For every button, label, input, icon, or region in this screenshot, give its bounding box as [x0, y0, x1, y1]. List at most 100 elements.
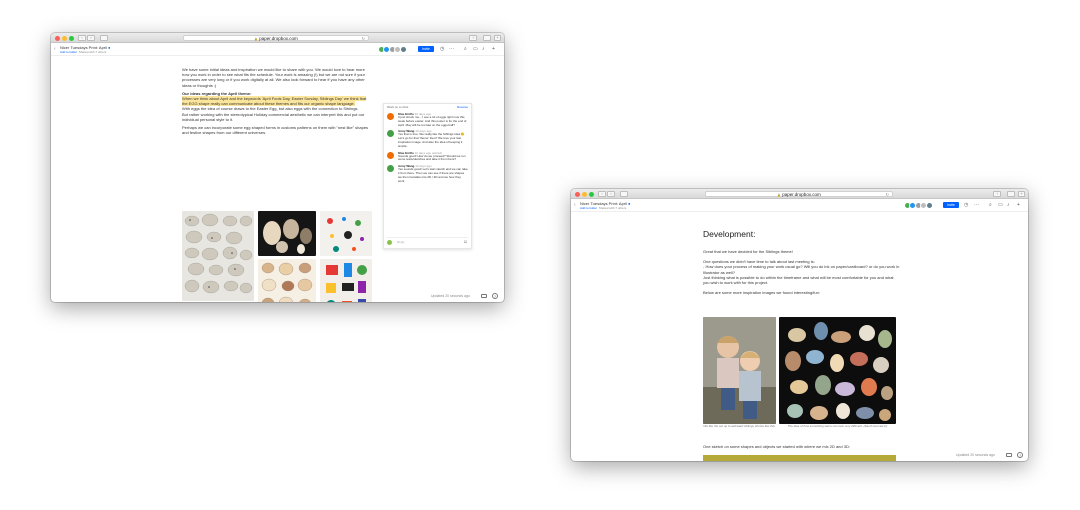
collaborator-avatars[interactable]: [903, 202, 933, 209]
keyboard-icon[interactable]: [481, 294, 487, 298]
invite-button[interactable]: Invite: [418, 46, 434, 52]
notifications-icon[interactable]: ♪: [482, 46, 485, 52]
address-bar[interactable]: 🔒 paper.dropbox.com ↻: [183, 35, 369, 41]
app-header: ‹ Nicer Tuesdays Print: April ● Add to f…: [571, 199, 1028, 212]
add-icon[interactable]: +: [492, 46, 495, 52]
more-icon[interactable]: ···: [974, 202, 979, 208]
process-paragraph[interactable]: - How does your process of making your w…: [703, 264, 901, 274]
comments-icon[interactable]: ▭: [998, 202, 1003, 208]
comments-icon[interactable]: ▭: [473, 46, 478, 52]
highlighted-paragraph[interactable]: When we think about April and the keywor…: [182, 96, 372, 107]
illustrated-eggs-image[interactable]: [258, 259, 316, 302]
star-icon[interactable]: ●: [628, 201, 630, 206]
doc-title[interactable]: Nicer Tuesdays Print: April ●: [60, 45, 110, 50]
add-to-folder-link[interactable]: Add to folder: [60, 50, 77, 54]
search-icon[interactable]: ⌕: [989, 202, 992, 208]
new-tab-button[interactable]: +: [1018, 191, 1025, 197]
back-arrow-icon[interactable]: ‹: [574, 202, 576, 208]
style-paragraph[interactable]: But rather working with the stereotypica…: [182, 112, 372, 122]
updated-status: Updated 20 seconds ago: [956, 453, 995, 457]
eggs-on-black-image[interactable]: [258, 211, 316, 256]
eggs-paragraph[interactable]: With eggs the idea of course draws to th…: [182, 106, 372, 111]
invite-button[interactable]: Invite: [943, 202, 959, 208]
reply-field[interactable]: Reply ☺: [387, 237, 468, 245]
reload-icon[interactable]: ↻: [886, 192, 889, 197]
sketch-image[interactable]: [703, 455, 896, 461]
share-icon[interactable]: ↑: [469, 35, 477, 41]
new-tab-button[interactable]: +: [494, 35, 501, 41]
add-icon[interactable]: +: [1017, 202, 1020, 208]
history-icon[interactable]: ◷: [964, 202, 968, 208]
back-arrow-icon[interactable]: ‹: [54, 46, 56, 52]
avatar: [387, 113, 394, 120]
comment: Anny Wang 10 days ago Yes sounds good! L…: [384, 164, 471, 183]
help-icon[interactable]: ?: [492, 293, 498, 299]
intro-paragraph[interactable]: We have some initial ideas and inspirati…: [182, 67, 372, 88]
updated-status: Updated 20 seconds ago: [431, 294, 470, 298]
shared-with-text[interactable]: Shared with 7 others: [599, 206, 627, 210]
egg-collection-image[interactable]: [182, 211, 254, 301]
search-icon[interactable]: ⌕: [464, 46, 467, 52]
zoom-window-button[interactable]: [69, 35, 74, 41]
timeframe-paragraph[interactable]: Just thinking what is possible to do wit…: [703, 275, 901, 285]
notifications-icon[interactable]: ♪: [1007, 202, 1010, 208]
doc-body: Development: Great that we have decided …: [571, 212, 1028, 461]
history-icon[interactable]: ◷: [440, 46, 444, 52]
egg-collection-svg: [184, 213, 253, 294]
close-window-button[interactable]: [575, 191, 580, 197]
share-icon[interactable]: ↑: [993, 191, 1001, 197]
comment-text: Yes that is true. We really like the Sib…: [398, 132, 466, 148]
forward-nav-button[interactable]: ›: [87, 35, 95, 41]
illustrated-eggs-svg: [261, 262, 313, 302]
star-icon[interactable]: ●: [108, 45, 110, 50]
colored-dots-image[interactable]: [320, 211, 372, 256]
reload-icon[interactable]: ↻: [362, 36, 365, 41]
highlighted-text[interactable]: When we think about April and the keywor…: [182, 96, 367, 107]
avatar[interactable]: [925, 202, 933, 209]
inspiration-paragraph[interactable]: Below are some more inspiration images w…: [703, 290, 901, 295]
tabs-icon[interactable]: [1007, 191, 1015, 197]
more-icon[interactable]: ···: [449, 46, 454, 52]
doc-body: We have some initial ideas and inspirati…: [51, 56, 504, 302]
siblings-photo-svg: [703, 317, 776, 424]
back-nav-button[interactable]: ‹: [598, 191, 606, 197]
doc-title-text: Nicer Tuesdays Print: April: [60, 44, 107, 50]
intro-paragraph[interactable]: Great that we have decided for the Sibli…: [703, 249, 901, 254]
help-icon[interactable]: ?: [1017, 452, 1023, 458]
minimize-window-button[interactable]: [582, 191, 587, 197]
address-bar[interactable]: 🔒 paper.dropbox.com ↻: [705, 191, 893, 197]
keyboard-icon[interactable]: [1006, 453, 1012, 457]
comment-text: It just struck me... I see a lot of eggs…: [398, 115, 467, 127]
doc-title[interactable]: Nicer Tuesdays Print: April ●: [580, 201, 630, 206]
patterns-paragraph[interactable]: Perhaps we can incorporate some egg shap…: [182, 125, 372, 135]
sand-zoomed-photo[interactable]: [779, 317, 896, 424]
emoji-icon[interactable]: ☺: [463, 238, 468, 246]
add-to-folder-link[interactable]: Add to folder: [580, 206, 597, 210]
sand-zoomed-svg: [785, 322, 893, 421]
doc-title-text: Nicer Tuesdays Print: April: [580, 200, 627, 206]
shared-with-text[interactable]: Shared with 7 others: [79, 50, 107, 54]
section-heading[interactable]: Development:: [703, 229, 755, 239]
sidebar-toggle-icon[interactable]: [100, 35, 108, 41]
shapes-grid-image[interactable]: [320, 259, 372, 302]
back-nav-button[interactable]: ‹: [78, 35, 86, 41]
forward-nav-button[interactable]: ›: [607, 191, 615, 197]
tabs-icon[interactable]: [483, 35, 491, 41]
avatar: [387, 239, 392, 245]
url-text: paper.dropbox.com: [782, 192, 821, 197]
resolve-button[interactable]: Resolve: [457, 104, 468, 110]
avatar: [387, 151, 394, 159]
sketch-paragraph[interactable]: One sketch on some shapes and objects we…: [703, 444, 903, 449]
doc-subtitle: Add to folder Shared with 7 others: [60, 50, 106, 54]
avatar[interactable]: [399, 46, 407, 53]
comment: Anny Wang 10 days ago Yes that is true. …: [384, 129, 471, 148]
siblings-photo[interactable]: [703, 317, 776, 424]
close-window-button[interactable]: [55, 35, 60, 41]
minimize-window-button[interactable]: [62, 35, 67, 41]
doc-text: Great that we have decided for the Sibli…: [703, 249, 901, 297]
comment-text: Yes sounds good! Let's start sketch and …: [398, 167, 468, 183]
sidebar-toggle-icon[interactable]: [620, 191, 628, 197]
collaborator-avatars[interactable]: [377, 46, 407, 53]
zoom-window-button[interactable]: [589, 191, 594, 197]
eggs-on-black-svg: [263, 219, 312, 254]
